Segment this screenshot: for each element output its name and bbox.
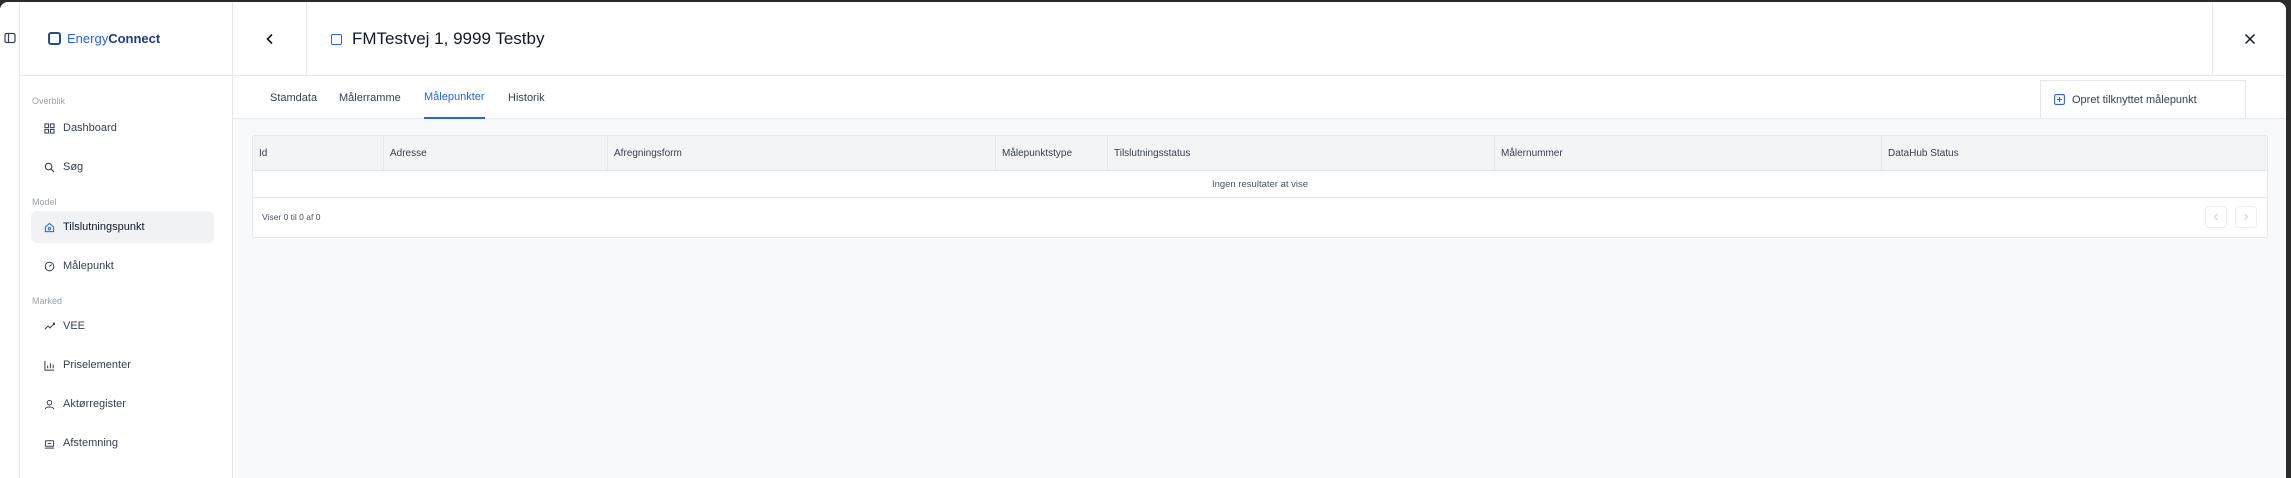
column-header-id[interactable]: Id — [253, 136, 383, 171]
column-header-datahub-status[interactable]: DataHub Status — [1881, 136, 2267, 171]
back-button[interactable] — [233, 2, 307, 76]
section-label-marked: Marked — [32, 296, 63, 306]
home-icon — [44, 222, 55, 232]
next-page-button[interactable] — [2235, 206, 2257, 228]
tab-stamdata[interactable]: Stamdata — [270, 76, 317, 119]
create-linked-meterpoint-button[interactable]: Opret tilknyttet målepunkt — [2040, 80, 2246, 118]
tab-historik[interactable]: Historik — [508, 76, 545, 119]
close-button[interactable] — [2212, 2, 2286, 76]
search-icon — [44, 162, 55, 172]
tab-malerramme[interactable]: Målerramme — [339, 76, 401, 119]
page-title: FMTestvej 1, 9999 Testby — [352, 29, 545, 48]
sidebar-item-label: Aktørregister — [63, 398, 126, 410]
scale-icon — [44, 439, 55, 449]
previous-page-button[interactable] — [2205, 206, 2227, 228]
sidebar-item-label: Tilslutningspunkt — [63, 221, 145, 233]
grid-icon — [44, 122, 55, 134]
close-icon — [2244, 33, 2255, 45]
chart-icon — [44, 360, 55, 371]
sidebar-item-aktorregister[interactable]: Aktørregister — [31, 388, 214, 420]
meterpoints-table: Id Adresse Afregningsform Målepunktstype… — [252, 135, 2268, 238]
sidebar-item-label: Priselementer — [63, 359, 131, 371]
create-button-label: Opret tilknyttet målepunkt — [2072, 93, 2197, 106]
sidebar-item-malepunkt[interactable]: Målepunkt — [31, 250, 214, 282]
column-header-malepunktstype[interactable]: Målepunktstype — [995, 136, 1107, 171]
chevron-left-icon — [2213, 213, 2218, 221]
empty-state-row: Ingen resultater at vise — [253, 171, 2267, 198]
sidebar-item-label: Søg — [63, 161, 84, 173]
chevron-right-icon — [2244, 213, 2249, 221]
sidebar-toggle-icon[interactable] — [4, 32, 16, 44]
title-checkbox[interactable] — [331, 33, 342, 45]
sidebar-item-dashboard[interactable]: Dashboard — [31, 112, 214, 144]
column-header-afregningsform[interactable]: Afregningsform — [607, 136, 995, 171]
brand-name-part1: Energy — [67, 31, 109, 46]
sidebar-item-label: Afstemning — [63, 437, 119, 449]
tab-bar: Stamdata Målerramme Målepunkter Historik… — [233, 76, 2286, 119]
table-footer: Viser 0 til 0 af 0 — [253, 198, 2267, 236]
sidebar-item-label: VEE — [63, 320, 86, 332]
brand-name-part2: Connect — [108, 31, 161, 46]
column-header-malernummer[interactable]: Målernummer — [1494, 136, 1881, 171]
sidebar-item-tilslutningspunkt[interactable]: Tilslutningspunkt — [31, 211, 214, 243]
sidebar-item-search[interactable]: Søg — [31, 151, 214, 183]
pagination-summary: Viser 0 til 0 af 0 — [262, 212, 321, 222]
section-label-model: Model — [32, 197, 57, 207]
gauge-icon — [44, 261, 55, 271]
app-window: Energy Connect Overblik Dashboard Søg Mo… — [0, 2, 2286, 478]
table-header: Id Adresse Afregningsform Målepunktstype… — [253, 136, 2267, 171]
plus-square-icon — [2054, 94, 2065, 105]
tab-malepunkter[interactable]: Målepunkter — [424, 76, 485, 119]
sidebar: Energy Connect Overblik Dashboard Søg Mo… — [20, 2, 233, 478]
column-header-tilslutningsstatus[interactable]: Tilslutningsstatus — [1107, 136, 1494, 171]
detail-header: FMTestvej 1, 9999 Testby — [233, 2, 2286, 76]
chevron-left-icon — [265, 33, 273, 45]
logo-square-icon — [48, 32, 61, 45]
icon-rail — [0, 2, 20, 478]
brand-logo[interactable]: Energy Connect — [20, 2, 232, 76]
sidebar-item-afstemning[interactable]: Afstemning — [31, 427, 214, 459]
sidebar-item-label: Målepunkt — [63, 260, 114, 272]
sidebar-item-label: Dashboard — [63, 122, 117, 134]
column-header-adresse[interactable]: Adresse — [383, 136, 607, 171]
sidebar-item-priselementer[interactable]: Priselementer — [31, 349, 214, 381]
user-icon — [44, 399, 55, 409]
section-label-overblik: Overblik — [32, 96, 66, 106]
sidebar-item-vee[interactable]: VEE — [31, 310, 214, 342]
trend-icon — [44, 322, 55, 330]
